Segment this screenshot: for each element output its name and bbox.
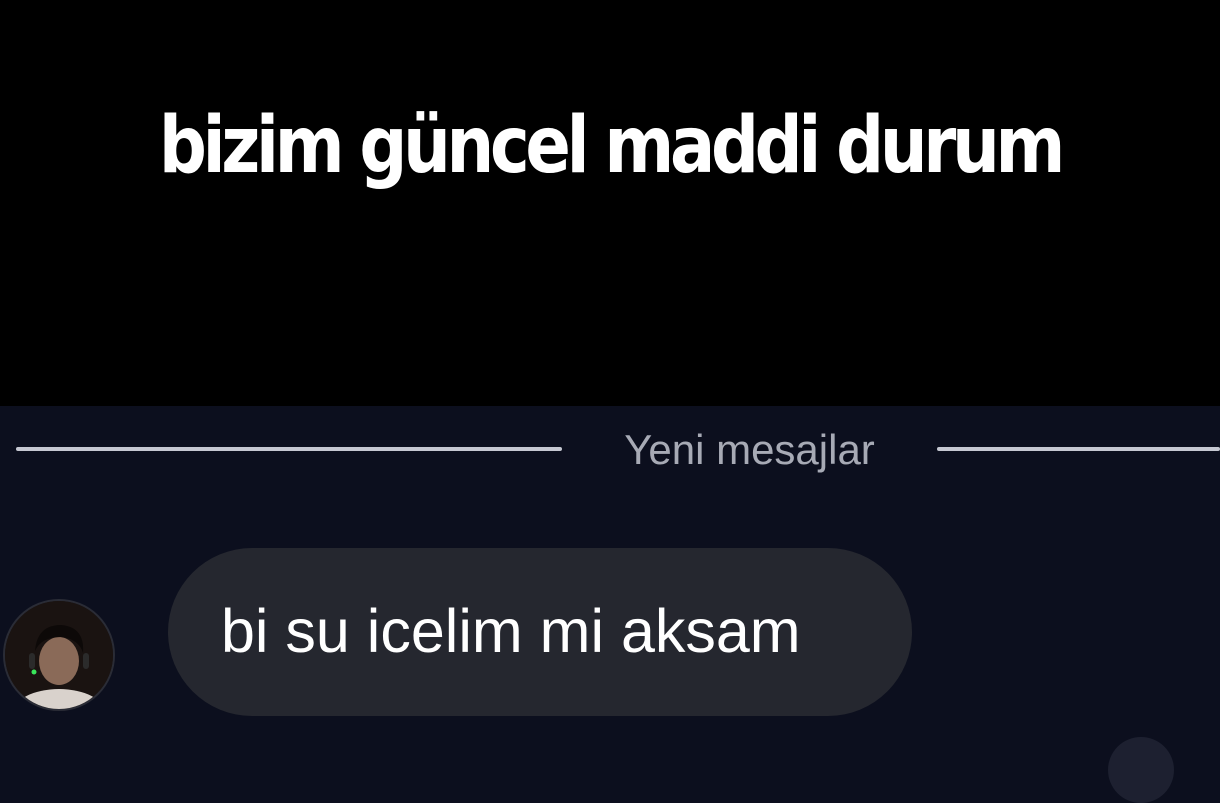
new-messages-divider-right: [937, 447, 1220, 451]
chat-thread[interactable]: Yeni mesajlar bi su icelim mi aksam: [0, 406, 1220, 803]
video-caption-area: bizim güncel maddi durum: [0, 0, 1220, 406]
message-text: bi su icelim mi aksam: [221, 597, 801, 665]
caption-text: bizim güncel maddi durum: [158, 101, 1066, 191]
new-messages-divider-label: Yeni mesajlar: [624, 426, 875, 473]
new-messages-divider-left: [16, 447, 562, 451]
scroll-button[interactable]: [1108, 737, 1174, 803]
user-photo-icon: [5, 601, 113, 709]
message-bubble[interactable]: bi su icelim mi aksam: [168, 548, 912, 716]
sender-avatar[interactable]: [3, 599, 115, 711]
